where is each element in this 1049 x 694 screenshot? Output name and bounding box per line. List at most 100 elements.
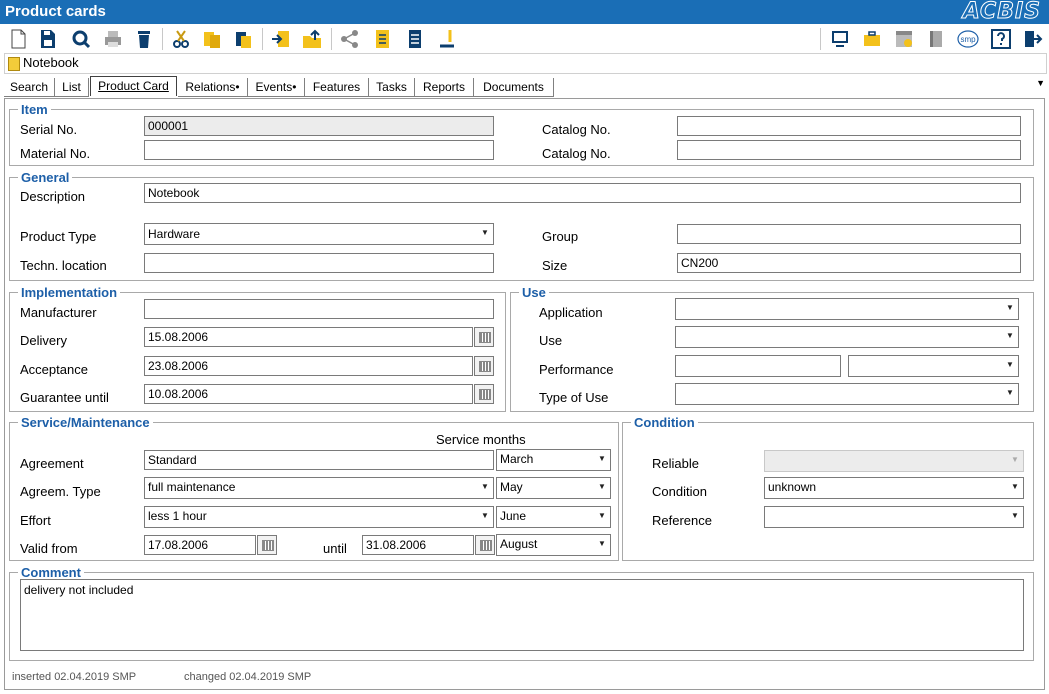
smp-label: smp: [960, 35, 976, 44]
acceptance-field[interactable]: 23.08.2006: [144, 356, 473, 376]
comment-textarea[interactable]: delivery not included: [20, 579, 1024, 651]
chevron-down-icon[interactable]: ▼: [594, 535, 610, 553]
techn-location-field[interactable]: [144, 253, 494, 273]
brand-logo: ACBIS: [962, 0, 1041, 25]
tab-tasks[interactable]: Tasks: [369, 78, 415, 97]
book-icon[interactable]: [925, 28, 947, 50]
agreem-type-select[interactable]: full maintenance ▼: [144, 477, 494, 499]
tab-reports[interactable]: Reports: [415, 78, 474, 97]
calendar-icon[interactable]: [893, 28, 915, 50]
techn-location-label: Techn. location: [20, 258, 107, 273]
chevron-down-icon[interactable]: ▼: [1007, 478, 1023, 496]
reference-label: Reference: [652, 513, 712, 528]
effort-value: less 1 hour: [148, 509, 207, 523]
service-month-value: June: [500, 509, 527, 523]
performance-unit-select[interactable]: ▼: [848, 355, 1019, 377]
chevron-down-icon[interactable]: ▼: [1002, 356, 1018, 374]
exit-icon[interactable]: [1021, 28, 1043, 50]
description-field[interactable]: Notebook: [144, 183, 1021, 203]
edit-icon[interactable]: [436, 28, 458, 50]
general-group: General Description Notebook Product Typ…: [9, 170, 1034, 281]
chevron-down-icon[interactable]: ▼: [1007, 507, 1023, 525]
effort-select[interactable]: less 1 hour ▼: [144, 506, 494, 528]
delivery-field[interactable]: 15.08.2006: [144, 327, 473, 347]
serial-field[interactable]: 000001: [144, 116, 494, 136]
chevron-down-icon[interactable]: ▼: [1002, 327, 1018, 345]
delete-icon[interactable]: [133, 28, 155, 50]
service-month-select-2[interactable]: May ▼: [496, 477, 611, 499]
chevron-down-icon[interactable]: ▼: [594, 450, 610, 468]
tab-menu-arrow-icon[interactable]: ▼: [1036, 78, 1045, 88]
performance-field[interactable]: [675, 355, 841, 377]
save-icon[interactable]: [37, 28, 59, 50]
chevron-down-icon[interactable]: ▼: [477, 224, 493, 242]
tab-search[interactable]: Search: [4, 78, 55, 97]
agreement-field[interactable]: Standard: [144, 450, 494, 470]
service-month-select-1[interactable]: March ▼: [496, 449, 611, 471]
until-calendar-icon[interactable]: [475, 535, 495, 555]
product-type-select[interactable]: Hardware ▼: [144, 223, 494, 245]
until-field[interactable]: 31.08.2006: [362, 535, 474, 555]
group-field[interactable]: [677, 224, 1021, 244]
condition-select[interactable]: unknown ▼: [764, 477, 1024, 499]
window-title: Product cards: [5, 3, 106, 20]
material-field[interactable]: [144, 140, 494, 160]
service-month-select-3[interactable]: June ▼: [496, 506, 611, 528]
manufacturer-label: Manufacturer: [20, 305, 97, 320]
cut-icon[interactable]: [170, 28, 192, 50]
list-icon[interactable]: [404, 28, 426, 50]
copy-icon[interactable]: [201, 28, 223, 50]
service-month-value: August: [500, 537, 538, 551]
application-select[interactable]: ▼: [675, 298, 1019, 320]
paste-icon[interactable]: [232, 28, 254, 50]
help-icon[interactable]: [990, 28, 1012, 50]
valid-from-field[interactable]: 17.08.2006: [144, 535, 256, 555]
import-icon[interactable]: [270, 28, 292, 50]
chevron-down-icon[interactable]: ▼: [1007, 451, 1023, 469]
chevron-down-icon[interactable]: ▼: [594, 507, 610, 525]
tab-events[interactable]: Events•: [248, 78, 305, 97]
chevron-down-icon[interactable]: ▼: [1002, 299, 1018, 317]
service-months-label: Service months: [436, 432, 526, 447]
size-field[interactable]: CN200: [677, 253, 1021, 273]
catalog-field-2[interactable]: [677, 140, 1021, 160]
valid-from-calendar-icon[interactable]: [257, 535, 277, 555]
chevron-down-icon[interactable]: ▼: [477, 507, 493, 525]
delivery-label: Delivery: [20, 333, 67, 348]
chevron-down-icon[interactable]: ▼: [594, 478, 610, 496]
tab-features[interactable]: Features: [305, 78, 369, 97]
guarantee-calendar-icon[interactable]: [474, 384, 494, 404]
export-icon[interactable]: [301, 28, 323, 50]
tab-relations[interactable]: Relations•: [178, 78, 248, 97]
reliable-select[interactable]: ▼: [764, 450, 1024, 472]
tab-product-card[interactable]: Product Card: [90, 76, 177, 96]
chevron-down-icon[interactable]: ▼: [1002, 384, 1018, 402]
search-icon[interactable]: [70, 28, 92, 50]
size-label: Size: [542, 258, 568, 273]
type-of-use-select[interactable]: ▼: [675, 383, 1019, 405]
acceptance-calendar-icon[interactable]: [474, 356, 494, 376]
chevron-down-icon[interactable]: ▼: [477, 478, 493, 496]
product-card-panel: Item Serial No. 000001 Material No. Cata…: [4, 98, 1045, 690]
service-month-select-4[interactable]: August ▼: [496, 534, 611, 556]
smp-icon[interactable]: smp: [957, 28, 979, 50]
share-icon[interactable]: [339, 28, 361, 50]
document-icon[interactable]: [371, 28, 393, 50]
reference-select[interactable]: ▼: [764, 506, 1024, 528]
condition-value: unknown: [768, 480, 817, 494]
effort-label: Effort: [20, 513, 51, 528]
tab-list[interactable]: List: [55, 78, 89, 97]
new-icon[interactable]: [7, 28, 29, 50]
print-icon[interactable]: [102, 28, 124, 50]
manufacturer-field[interactable]: [144, 299, 494, 319]
briefcase-icon[interactable]: [861, 28, 883, 50]
serial-label: Serial No.: [20, 122, 78, 137]
tab-documents[interactable]: Documents: [474, 78, 554, 97]
use-select[interactable]: ▼: [675, 326, 1019, 348]
guarantee-field[interactable]: 10.08.2006: [144, 384, 473, 404]
item-legend: Item: [18, 102, 51, 117]
catalog-field[interactable]: [677, 116, 1021, 136]
condition-legend: Condition: [631, 415, 698, 430]
delivery-calendar-icon[interactable]: [474, 327, 494, 347]
monitor-icon[interactable]: [829, 28, 851, 50]
